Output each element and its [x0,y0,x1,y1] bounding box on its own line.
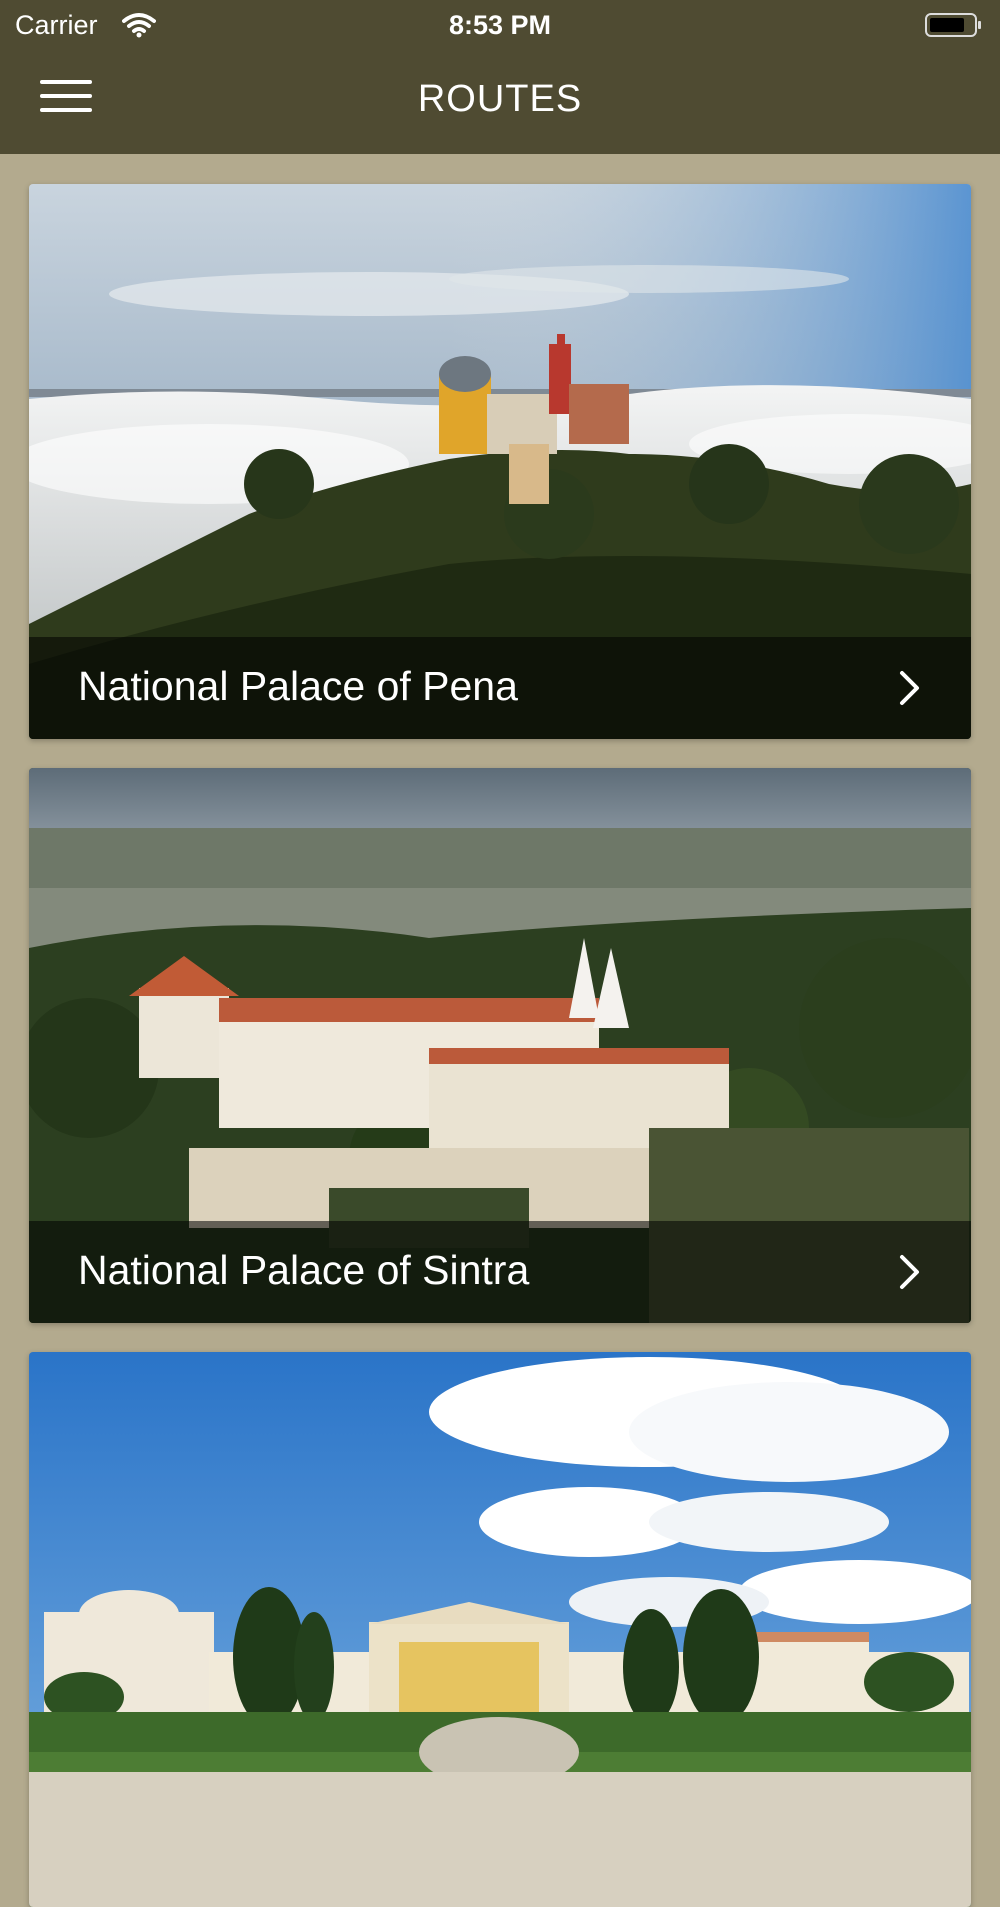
status-time: 8:53 PM [448,10,552,40]
queluz-palace-photo [29,1352,971,1907]
route-name: National Palace of Pena [78,663,518,709]
route-card-sintra[interactable]: National Palace of Sintra [29,768,971,1323]
route-caption: National Palace of Pena [29,637,971,739]
chevron-right-icon[interactable] [897,1253,923,1291]
navigation-bar: ROUTES [0,50,1000,154]
page-title: ROUTES [417,78,583,120]
route-caption: National Palace of Sintra [29,1221,971,1323]
route-card-pena[interactable]: National Palace of Pena [29,184,971,739]
chevron-right-icon[interactable] [897,669,923,707]
route-card-queluz[interactable] [29,1352,971,1907]
route-name: National Palace of Sintra [78,1247,530,1293]
battery-icon [925,13,981,37]
status-bar: Carrier 8:53 PM [0,0,1000,50]
